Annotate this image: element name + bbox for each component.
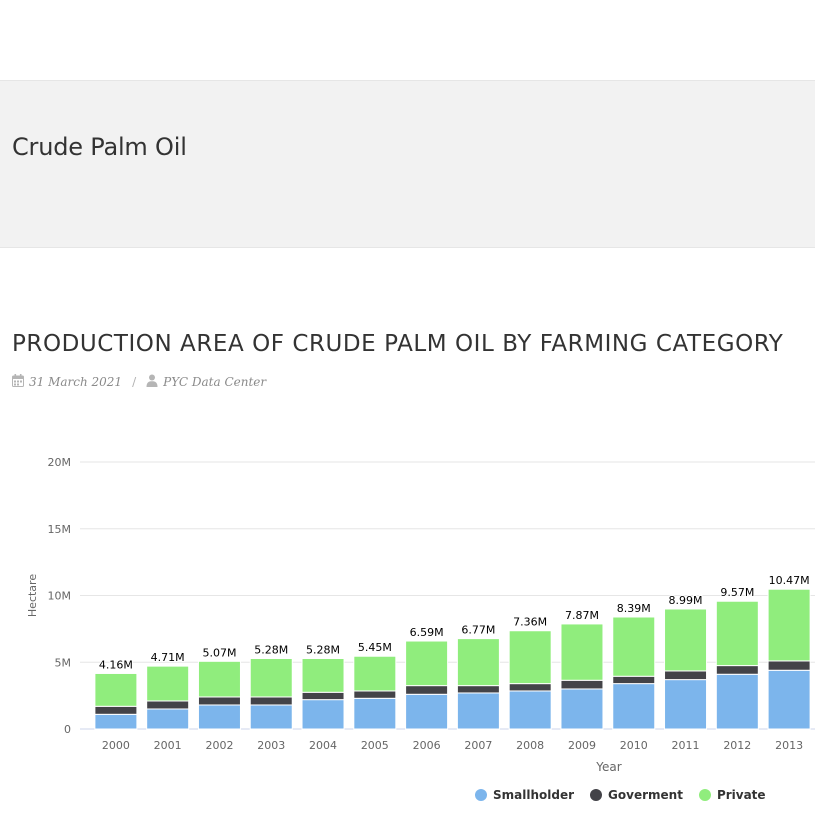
y-tick-label: 10M [48, 590, 72, 603]
x-tick-label: 2010 [620, 739, 648, 752]
y-tick-label: 20M [48, 456, 72, 469]
y-axis-title: Hectare [26, 574, 39, 617]
bar-total-label: 9.57M [720, 586, 754, 599]
x-tick-label: 2005 [361, 739, 389, 752]
bar-segment-smallholder [405, 693, 449, 730]
legend-item-goverment[interactable]: Goverment [590, 788, 683, 802]
bar-segment-smallholder [353, 697, 397, 730]
page-title-band [0, 80, 815, 248]
bar-segment-smallholder [197, 704, 241, 730]
bar-segment-private [560, 623, 604, 681]
x-tick-label: 2007 [464, 739, 492, 752]
bar-segment-private [612, 616, 656, 677]
x-tick-label: 2006 [413, 739, 441, 752]
bar-segment-goverment [456, 685, 500, 694]
x-tick-label: 2009 [568, 739, 596, 752]
bar-segment-goverment [301, 691, 345, 701]
legend-swatch-smallholder [475, 789, 487, 801]
meta-separator: / [132, 375, 137, 389]
bar-segment-smallholder [301, 699, 345, 730]
y-tick-label: 0 [64, 723, 71, 736]
bar-segment-private [197, 660, 241, 698]
bar-segment-private [405, 640, 449, 687]
bar-segment-smallholder [767, 669, 811, 730]
bar-segment-private [353, 655, 397, 692]
bar-segment-private [146, 665, 190, 702]
x-tick-label: 2000 [102, 739, 130, 752]
x-tick-label: 2002 [205, 739, 233, 752]
bar-total-label: 5.45M [358, 641, 392, 654]
post-meta: 31 March 2021 / PYC Data Center [12, 374, 266, 390]
bar-segment-private [456, 638, 500, 687]
x-tick-label: 2001 [154, 739, 182, 752]
stacked-bar-chart: 0 5M 10M 15M 20M Hectare 4.16M 2000 4.71M 2001 5.0… [26, 456, 815, 774]
legend-item-private[interactable]: Private [698, 788, 766, 802]
bar-segment-smallholder [249, 704, 293, 730]
bar-segment-goverment [405, 685, 449, 695]
bar-segment-private [94, 672, 138, 707]
x-tick-label: 2011 [672, 739, 700, 752]
x-axis-title: Year [595, 760, 621, 774]
bar-segment-private [664, 608, 708, 672]
x-tick-label: 2013 [775, 739, 803, 752]
bar-segment-private [767, 588, 811, 662]
legend-label-goverment: Goverment [608, 788, 683, 802]
bar-segment-goverment [197, 696, 241, 706]
bar-segment-goverment [612, 675, 656, 685]
bar-total-label: 4.16M [99, 658, 133, 671]
bar-segment-goverment [94, 705, 138, 715]
bar-total-label: 7.36M [513, 616, 547, 629]
calendar-icon [12, 374, 24, 390]
bar-segment-smallholder [560, 688, 604, 730]
bar-segment-smallholder [146, 708, 190, 730]
x-tick-label: 2012 [723, 739, 751, 752]
bar-total-label: 8.39M [617, 602, 651, 615]
y-tick-label: 15M [48, 523, 72, 536]
bar-total-label: 8.99M [669, 594, 703, 607]
post-author[interactable]: PYC Data Center [163, 375, 266, 389]
legend-label-smallholder: Smallholder [493, 788, 575, 802]
bar-segment-smallholder [612, 683, 656, 730]
bar-segment-smallholder [456, 692, 500, 730]
bar-segment-goverment [767, 660, 811, 671]
bar-total-label: 6.77M [461, 624, 495, 637]
bar-segment-goverment [664, 670, 708, 681]
bar-segment-goverment [146, 700, 190, 710]
legend-swatch-goverment [590, 789, 603, 801]
x-tick-label: 2003 [257, 739, 285, 752]
bar-segment-goverment [560, 679, 604, 690]
bar-total-label: 5.28M [306, 644, 340, 657]
bar-segment-private [508, 630, 552, 685]
bar-segment-goverment [249, 696, 293, 706]
post-title: PRODUCTION AREA OF CRUDE PALM OIL BY FAR… [12, 331, 784, 357]
x-tick-label: 2008 [516, 739, 544, 752]
bar-total-label: 6.59M [410, 626, 444, 639]
legend-label-private: Private [716, 788, 766, 802]
bar-segment-goverment [508, 683, 552, 692]
legend-item-smallholder[interactable]: Smallholder [475, 788, 574, 802]
bar-segment-goverment [715, 665, 759, 675]
bar-segment-private [715, 600, 759, 667]
legend-swatch-private [698, 789, 711, 801]
x-tick-label: 2004 [309, 739, 337, 752]
bar-total-label: 7.87M [565, 609, 599, 622]
chart-legend: Smallholder Goverment Private [475, 788, 766, 802]
bar-segment-goverment [353, 690, 397, 699]
bar-total-label: 4.71M [151, 651, 185, 664]
bar-total-label: 5.28M [254, 644, 288, 657]
y-tick-label: 5M [55, 656, 72, 669]
bar-segment-smallholder [664, 679, 708, 730]
post-date: 31 March 2021 [29, 375, 123, 389]
bar-total-label: 5.07M [202, 646, 236, 659]
bar-total-label: 10.47M [769, 574, 810, 587]
user-icon [146, 374, 158, 390]
bar-segment-smallholder [715, 673, 759, 730]
page-title: Crude Palm Oil [12, 133, 187, 161]
bar-segment-smallholder [94, 713, 138, 730]
bar-segment-private [301, 658, 345, 693]
bar-segment-smallholder [508, 690, 552, 730]
bar-segment-private [249, 658, 293, 698]
